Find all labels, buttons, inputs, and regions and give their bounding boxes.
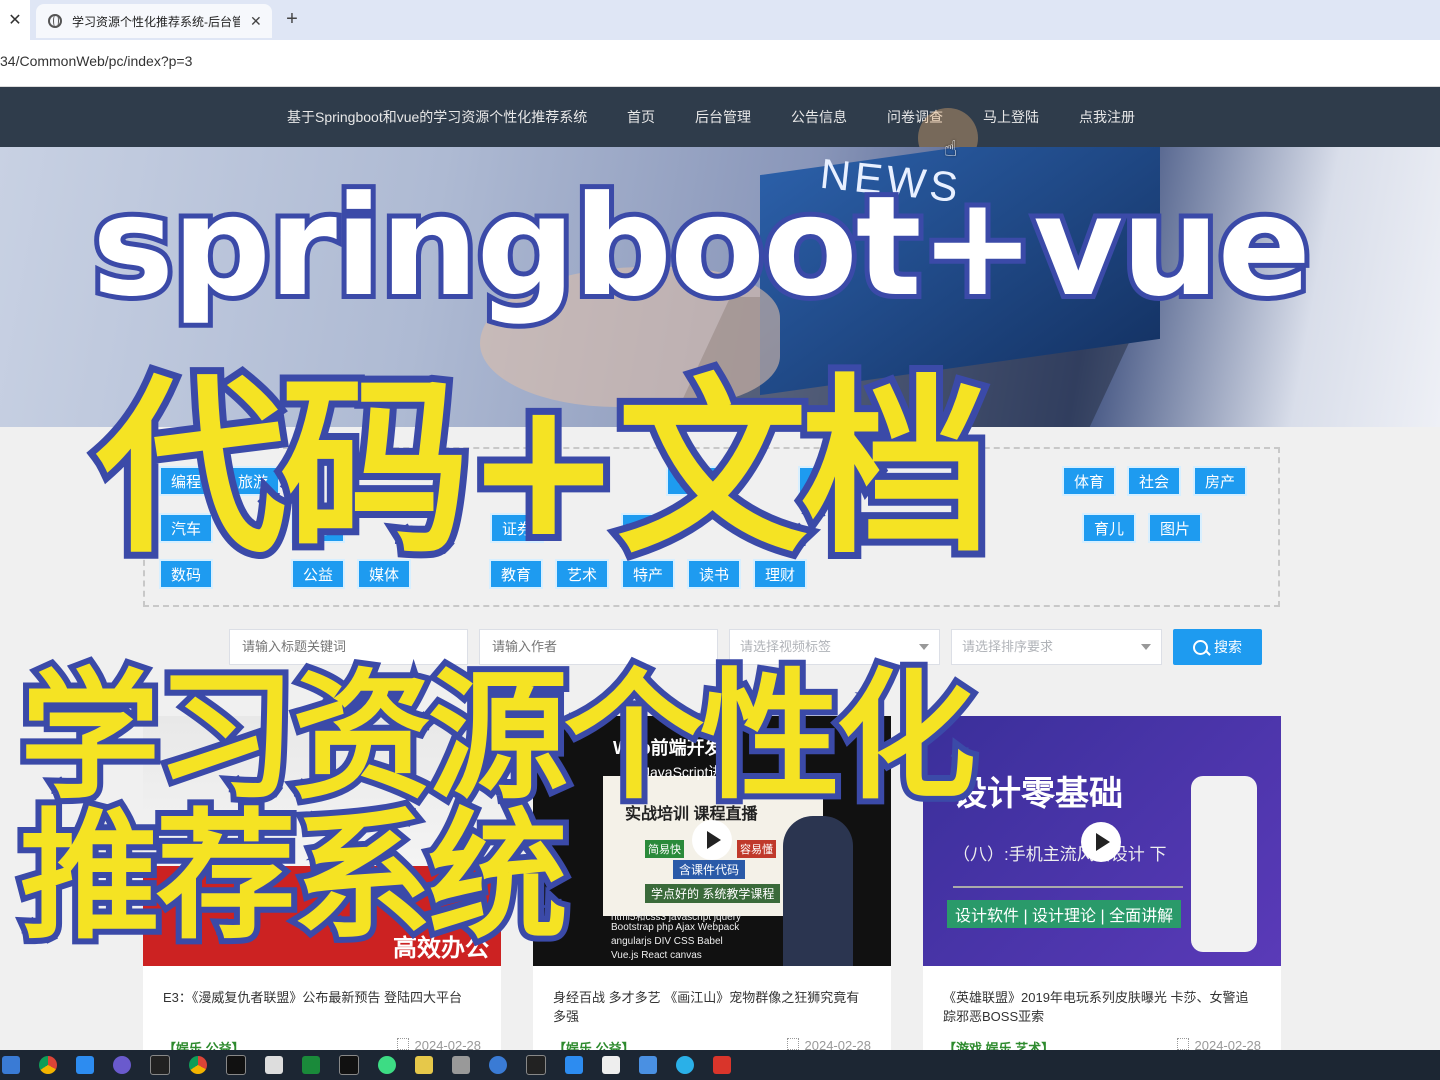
tab-close-icon[interactable]: ✕ (250, 13, 262, 30)
nav-login[interactable]: 马上登陆 (983, 87, 1039, 147)
search-button-label: 搜索 (1214, 639, 1242, 655)
calendar-icon (1176, 1038, 1189, 1050)
tag-item[interactable]: 图片 (1148, 513, 1203, 543)
video-thumbnail[interactable]: 设计零基础 （八）:手机主流风格设计 下 设计软件 | 设计理论 | 全面讲解 (923, 716, 1281, 966)
site-brand[interactable]: 基于Springboot和vue的学习资源个性化推荐系统 (287, 87, 587, 147)
thumb-caption: 含课件代码 (673, 860, 746, 879)
chrome-icon[interactable] (39, 1056, 57, 1074)
app-icon[interactable] (565, 1056, 583, 1074)
os-taskbar (0, 1050, 1440, 1080)
android-icon[interactable] (378, 1056, 396, 1074)
thumb-line: 容易懂 (737, 840, 776, 858)
nav-admin[interactable]: 后台管理 (695, 87, 751, 147)
terminal-icon[interactable] (526, 1055, 546, 1075)
thumb-line: angularjs DIV CSS Babel (611, 936, 723, 947)
card-title[interactable]: 《英雄联盟》2019年电玩系列皮肤曝光 卡莎、女警追踪邪恶BOSS亚索 (943, 988, 1261, 1026)
site-navbar: 基于Springboot和vue的学习资源个性化推荐系统 首页 后台管理 公告信… (0, 87, 1440, 147)
intellij-icon[interactable] (226, 1055, 246, 1075)
sort-select[interactable]: 请选择排序要求 (951, 629, 1162, 665)
search-icon (1193, 639, 1208, 655)
nav-register[interactable]: 点我注册 (1079, 87, 1135, 147)
overlay-title-line1: 学习资源个性化 (14, 656, 982, 819)
overlay-title-code-docs: 代码+文档 (89, 358, 998, 579)
overlay-title-en: springboot+vue (87, 166, 1316, 327)
thumb-line: （八）:手机主流风格设计 下 (953, 845, 1167, 864)
search-button[interactable]: 搜索 (1173, 629, 1262, 665)
tag-item[interactable]: 育儿 (1082, 513, 1137, 543)
thumb-line: Bootstrap php Ajax Webpack (611, 922, 740, 933)
nav-notices[interactable]: 公告信息 (791, 87, 847, 147)
sort-select-placeholder: 请选择排序要求 (962, 639, 1054, 654)
tag-item[interactable]: 社会 (1127, 466, 1182, 496)
thumb-line: 学点好的 系统教学课程 (645, 884, 781, 903)
calendar-icon (786, 1038, 799, 1050)
card-title[interactable]: E3：《漫威复仇者联盟》公布最新预告 登陆四大平台 (163, 988, 481, 1007)
tab-title: 学习资源个性化推荐系统-后台管 (72, 14, 240, 29)
app-icon[interactable] (265, 1056, 283, 1074)
thumb-caption: 设计零基础 (953, 775, 1123, 813)
browser-tab[interactable]: 学习资源个性化推荐系统-后台管 ✕ (36, 4, 272, 38)
browser-tab-bar: ✕ 学习资源个性化推荐系统-后台管 ✕ + (0, 0, 1440, 40)
thumb-line: 设计软件 | 设计理论 | 全面讲解 (947, 900, 1182, 928)
notepad-icon[interactable] (415, 1056, 433, 1074)
start-icon[interactable] (2, 1056, 20, 1074)
intellij-icon[interactable] (150, 1055, 170, 1075)
play-icon[interactable] (692, 820, 732, 860)
new-tab-plus-icon[interactable]: + (280, 8, 304, 32)
card-title[interactable]: 身经百战 多才多艺 《画江山》宠物群像之狂狮究竟有多强 (553, 988, 871, 1026)
phone-mockup (1191, 776, 1257, 952)
tag-item[interactable]: 房产 (1193, 466, 1248, 496)
play-icon[interactable] (1081, 822, 1121, 862)
overlay-title-line2: 推荐系统 (14, 796, 574, 959)
photos-icon[interactable] (602, 1056, 620, 1074)
tool-icon[interactable] (452, 1056, 470, 1074)
video-card[interactable]: 设计零基础 （八）:手机主流风格设计 下 设计软件 | 设计理论 | 全面讲解 … (923, 716, 1281, 1056)
address-bar[interactable]: 34/CommonWeb/pc/index?p=3 (0, 40, 1440, 87)
divider (953, 886, 1183, 888)
app-icon[interactable] (489, 1056, 507, 1074)
chevron-down-icon (919, 644, 929, 650)
url-text[interactable]: 34/CommonWeb/pc/index?p=3 (0, 53, 192, 69)
nav-home[interactable]: 首页 (627, 87, 655, 147)
chevron-down-icon (1141, 644, 1151, 650)
calendar-icon (396, 1038, 409, 1050)
tag-item[interactable]: 体育 (1062, 466, 1117, 496)
window-icon[interactable] (76, 1056, 94, 1074)
pycharm-icon[interactable] (339, 1055, 359, 1075)
teacher-figure (783, 816, 853, 966)
title-input[interactable] (240, 638, 449, 655)
browser-icon[interactable] (113, 1056, 131, 1074)
hbuilder-icon[interactable] (302, 1056, 320, 1074)
search-app-icon[interactable] (676, 1056, 694, 1074)
tag-select-placeholder: 请选择视频标签 (740, 639, 832, 654)
close-icon[interactable]: ✕ (0, 0, 30, 40)
mouse-pointer-icon: ☝ (944, 136, 958, 161)
author-input[interactable] (490, 638, 699, 655)
globe-icon (48, 14, 62, 28)
wps-icon[interactable] (713, 1056, 731, 1074)
thumb-line: Vue.js React canvas (611, 950, 702, 961)
thumb-line: html5和css3 javascript jquery (611, 912, 742, 923)
chrome-icon[interactable] (189, 1056, 207, 1074)
thumb-line: 简易快 (645, 840, 684, 858)
app-icon[interactable] (639, 1056, 657, 1074)
